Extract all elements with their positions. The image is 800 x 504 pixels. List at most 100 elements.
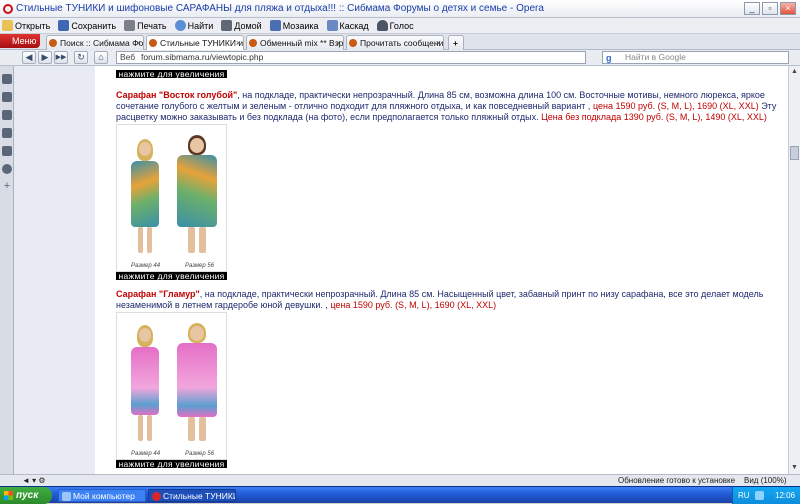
item1-enlarge-caption[interactable]: нажмите для увеличения — [116, 272, 227, 280]
home-nav-button[interactable]: ⌂ — [94, 51, 108, 64]
address-field[interactable]: Веб forum.sibmama.ru/viewtopic.php — [116, 51, 586, 64]
close-button[interactable]: × — [780, 2, 796, 15]
item2-size-left: Размер 44 — [131, 451, 161, 457]
open-label: Открыть — [15, 20, 51, 31]
downloads-panel-icon[interactable] — [2, 146, 12, 156]
item2-enlarge-caption[interactable]: нажмите для увеличения — [116, 460, 227, 468]
task-label: Стильные ТУНИКИ и... — [163, 491, 236, 501]
voice-icon — [376, 20, 388, 31]
search-field[interactable]: g Найти в Google — [602, 51, 789, 64]
item1-model-right — [173, 135, 221, 259]
item2-dress-left — [131, 347, 159, 415]
open-button[interactable]: Открыть — [2, 20, 50, 31]
save-label: Сохранить — [71, 20, 117, 31]
item2-dress-right — [177, 343, 217, 417]
tile-label: Мозаика — [282, 20, 319, 31]
item1-size-right: Размер 56 — [185, 263, 215, 269]
tab-bar: Поиск :: Сибмама Форум...× Стильные ТУНИ… — [0, 34, 800, 50]
scroll-up-icon[interactable]: ▲ — [789, 66, 800, 77]
search-placeholder: Найти в Google — [625, 52, 686, 62]
restore-button[interactable]: ▫ — [762, 2, 778, 15]
main-toolbar: Открыть Сохранить Печать Найти Домой Моз… — [0, 18, 800, 34]
item1-description: Сарафан "Восток голубой", на подкладе, п… — [116, 90, 786, 123]
sibmama-favicon-icon — [149, 39, 157, 47]
opera-menu-button[interactable]: Меню — [0, 34, 40, 48]
item2-price-1: цена 1590 руб. (S, M, L), 1690 (XL, XXL) — [327, 300, 497, 310]
unite-panel-icon[interactable] — [2, 110, 12, 120]
item1-name: Сарафан "Восток голубой" — [116, 90, 238, 100]
title-bar: Стильные ТУНИКИ и шифоновые САРАФАНЫ для… — [0, 0, 800, 18]
start-button[interactable]: пуск — [0, 487, 52, 504]
home-button[interactable]: Домой — [221, 20, 262, 31]
tile-button[interactable]: Мозаика — [269, 20, 319, 31]
tab-tunics[interactable]: Стильные ТУНИКИ и ш...× — [146, 35, 244, 50]
reload-button[interactable]: ↻ — [74, 51, 88, 64]
window-title: Стильные ТУНИКИ и шифоновые САРАФАНЫ для… — [16, 3, 544, 14]
item2-name: Сарафан "Гламур" — [116, 289, 200, 299]
zoom-indicator[interactable]: Вид (100%) — [744, 475, 786, 486]
task-label: Мой компьютер — [73, 491, 135, 501]
windows-taskbar: пуск Мой компьютер Стильные ТУНИКИ и... … — [0, 486, 800, 504]
close-tab-icon[interactable]: × — [436, 36, 441, 50]
bookmarks-panel-icon[interactable] — [2, 74, 12, 84]
network-icon[interactable] — [755, 491, 764, 500]
tab-label: Прочитать сообщение ... — [360, 38, 444, 48]
cascade-button[interactable]: Каскад — [326, 20, 369, 31]
status-left-icons[interactable]: ◄ ▾ ⚙ — [22, 475, 46, 486]
windows-logo-icon — [4, 491, 13, 500]
widgets-panel-icon[interactable] — [2, 92, 12, 102]
add-panel-icon[interactable]: + — [2, 181, 12, 192]
language-indicator[interactable]: RU — [738, 487, 750, 504]
item1-price-2: Цена без подклада 1390 руб. (S, M, L), 1… — [538, 112, 767, 122]
tab-label: Стильные ТУНИКИ и ш... — [160, 38, 244, 48]
scroll-down-icon[interactable]: ▼ — [789, 462, 800, 473]
voice-button[interactable]: Голос — [376, 20, 414, 31]
find-button[interactable]: Найти — [174, 20, 214, 31]
vertical-scrollbar[interactable]: ▲ ▼ — [788, 66, 800, 474]
page-viewport: нажмите для увеличения Сарафан "Восток г… — [14, 66, 788, 474]
scrollbar-thumb[interactable] — [790, 146, 799, 160]
tab-read-message[interactable]: Прочитать сообщение ...× — [346, 35, 444, 50]
item2-size-right: Размер 56 — [185, 451, 215, 457]
item1-photo[interactable]: Размер 44 Размер 56 — [116, 124, 227, 272]
item2-photo[interactable]: Размер 44 Размер 56 — [116, 312, 227, 460]
tab-label: Обменный mix ** Взрос... — [260, 38, 344, 48]
back-button[interactable]: ◀ — [22, 51, 36, 64]
close-tab-icon[interactable]: × — [336, 36, 341, 50]
tab-exchange[interactable]: Обменный mix ** Взрос...× — [246, 35, 344, 50]
find-label: Найти — [187, 20, 214, 31]
fast-forward-button[interactable]: ▶▶ — [54, 51, 68, 64]
cascade-icon — [326, 20, 338, 31]
minimize-button[interactable]: _ — [744, 2, 760, 15]
task-my-computer[interactable]: Мой компьютер — [58, 489, 146, 502]
update-status-message[interactable]: Обновление готово к установке — [618, 475, 735, 486]
history-panel-icon[interactable] — [2, 164, 12, 174]
address-url: forum.sibmama.ru/viewtopic.php — [141, 52, 264, 62]
opera-logo-icon — [3, 3, 13, 14]
find-icon — [174, 20, 186, 31]
close-tab-icon[interactable]: × — [236, 36, 241, 50]
status-bar: ◄ ▾ ⚙ Обновление готово к установке Вид … — [0, 474, 800, 486]
task-opera[interactable]: Стильные ТУНИКИ и... — [148, 489, 236, 502]
clock[interactable]: 12:06 — [775, 487, 795, 504]
print-icon — [124, 20, 136, 31]
notes-panel-icon[interactable] — [2, 128, 12, 138]
item1-size-left: Размер 44 — [131, 263, 161, 269]
new-tab-button[interactable]: + — [448, 35, 464, 50]
print-button[interactable]: Печать — [124, 20, 167, 31]
item1-price-1: цена 1590 руб. (S, M, L), 1690 (XL, XXL) — [590, 101, 759, 111]
tile-icon — [269, 20, 281, 31]
sibmama-favicon-icon — [349, 39, 357, 47]
forward-button[interactable]: ▶ — [38, 51, 52, 64]
tab-search[interactable]: Поиск :: Сибмама Форум...× — [46, 35, 144, 50]
sibmama-favicon-icon — [249, 39, 257, 47]
forum-post-content: нажмите для увеличения Сарафан "Восток г… — [95, 66, 788, 474]
close-tab-icon[interactable]: × — [136, 36, 141, 50]
save-icon — [58, 20, 70, 31]
home-label: Домой — [234, 20, 262, 31]
save-button[interactable]: Сохранить — [58, 20, 116, 31]
item2-model-right — [173, 323, 221, 447]
sibmama-favicon-icon — [49, 39, 57, 47]
voice-label: Голос — [389, 20, 414, 31]
top-enlarge-caption[interactable]: нажмите для увеличения — [116, 70, 227, 78]
